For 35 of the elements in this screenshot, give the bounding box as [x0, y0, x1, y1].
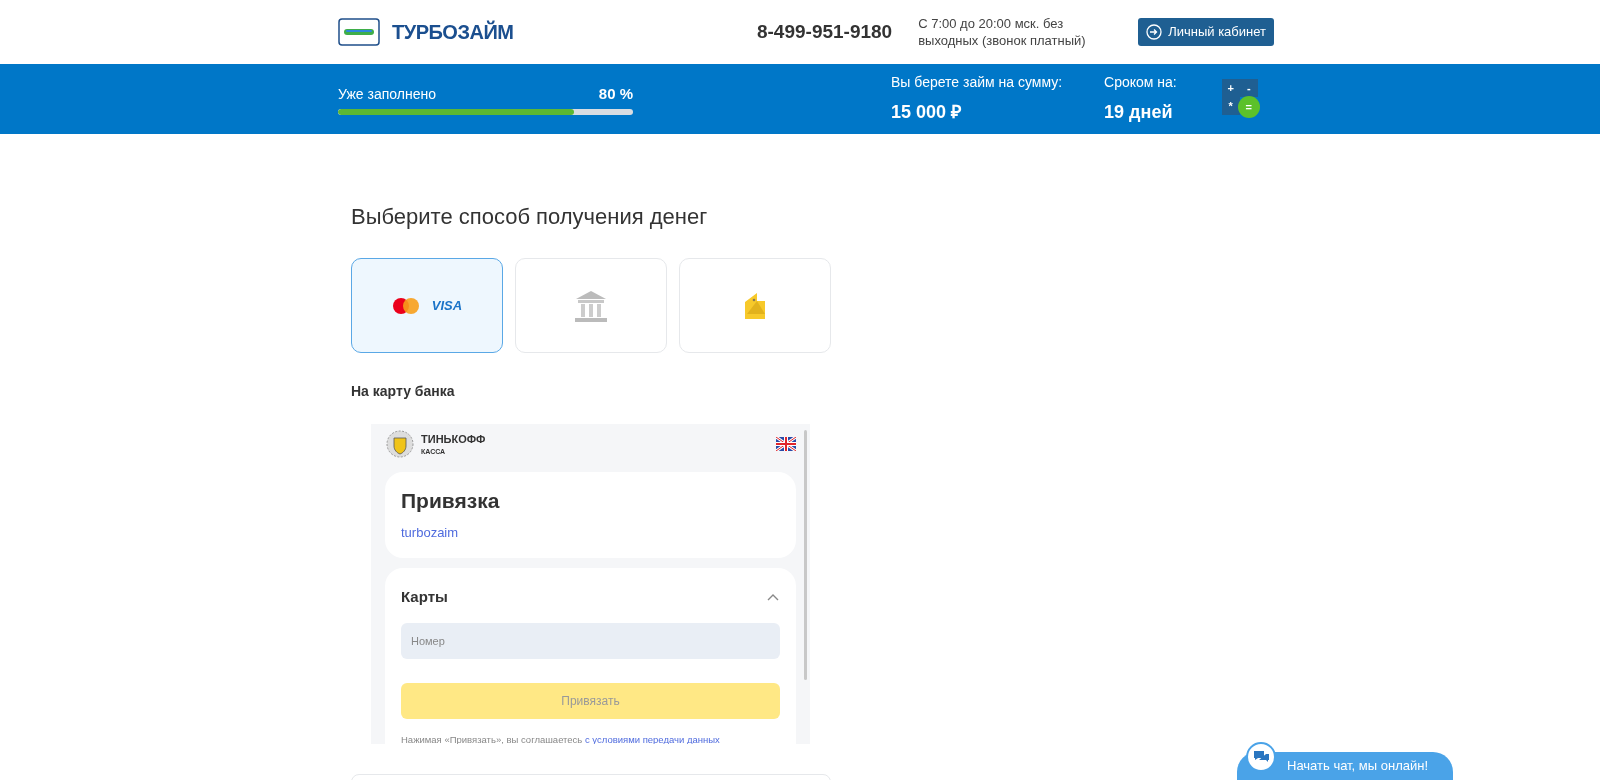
mastercard-icon: [391, 296, 420, 315]
progress-reading: 80 %: [598, 83, 633, 104]
frame-title: Привязка: [401, 490, 501, 511]
method-title: На карту банка: [351, 382, 456, 401]
payment-method-tab[interactable]: [515, 258, 667, 353]
emblem-icon: [385, 430, 415, 458]
phone-number[interactable]: 8-499-951-9180: [756, 17, 893, 47]
flag-icon[interactable]: [776, 437, 796, 451]
calculator-key: *: [1221, 97, 1240, 115]
visa-logo: VISA: [431, 296, 463, 315]
account-button[interactable]: Личный кабинет: [1138, 18, 1274, 46]
card-number-field[interactable]: Номер: [401, 622, 780, 659]
login-icon: [1146, 24, 1163, 40]
payment-method-tab[interactable]: VISA: [351, 258, 503, 353]
section-title: Карты: [401, 587, 448, 607]
chat-icon: [1246, 742, 1276, 772]
calculator-button[interactable]: + - * =: [1221, 79, 1262, 119]
scrollbar[interactable]: [804, 430, 807, 680]
loan-amount: 15 000 ₽: [891, 101, 963, 124]
working-hours: С 7:00 до 20:00 мск. без выходных (звонок платный): [918, 15, 1087, 49]
payment-method-tab[interactable]: [679, 258, 831, 353]
logo-text[interactable]: ТУРБОЗАЙМ: [392, 17, 514, 47]
merchant-name: turbozaim: [401, 524, 460, 542]
card-logo-icon: [338, 18, 380, 46]
progress-label: Уже заполнено: [338, 85, 436, 105]
brand-name: ТИНЬКОФФ: [421, 433, 486, 445]
term-label: Сроком на:: [1104, 73, 1177, 92]
calculator-key: +: [1221, 79, 1240, 97]
terms-link[interactable]: с условиями передачи данных: [584, 733, 720, 744]
page-heading: Выберите способ получения денег: [351, 206, 709, 228]
wallet-icon: [743, 291, 767, 320]
bank-building-icon: [573, 288, 609, 323]
loan-term: 19 дней: [1104, 101, 1174, 124]
amount-label: Вы берете займ на сумму:: [891, 73, 1063, 92]
consent-text: Нажимая «Привязать», вы соглашаетесь с условиями передачи данных: [401, 732, 721, 744]
